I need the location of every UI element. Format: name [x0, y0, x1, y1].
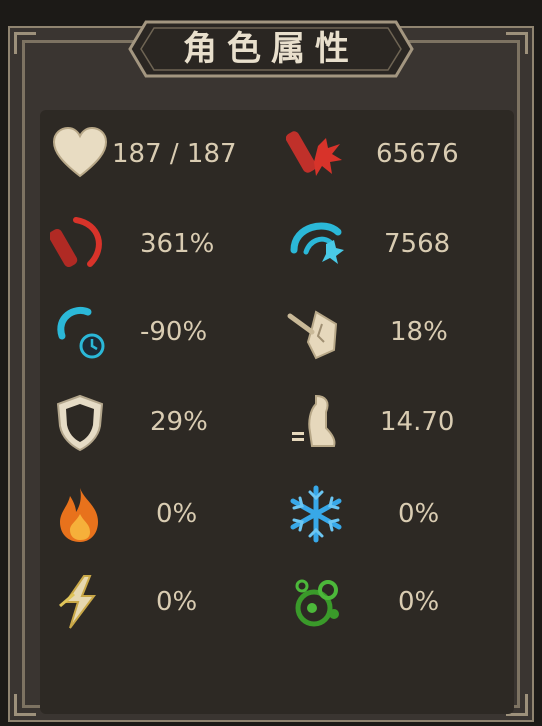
corner-ornament — [14, 694, 36, 716]
movement-speed-icon — [292, 394, 336, 447]
ice-resistance-icon — [290, 485, 342, 543]
stat-defense: 29% — [50, 392, 270, 452]
stat-critical: 7568 — [286, 214, 506, 274]
shield-icon — [56, 394, 104, 452]
stat-value: 14.70 — [380, 407, 455, 437]
stat-value: 0% — [156, 587, 198, 617]
stat-value: 361% — [140, 229, 215, 259]
attack-power-icon — [286, 131, 342, 176]
stat-move-speed: 14.70 — [286, 392, 506, 452]
stat-value: -90% — [140, 317, 208, 347]
title-plate: 角色属性 — [128, 18, 414, 80]
stat-fire-resist: 0% — [50, 484, 270, 544]
fire-resistance-icon — [60, 488, 98, 542]
critical-strike-icon — [290, 222, 344, 264]
attack-bonus-icon — [50, 217, 102, 267]
stat-ice-resist: 0% — [286, 484, 506, 544]
page-title: 角色属性 — [183, 29, 359, 69]
cooldown-icon — [57, 307, 105, 359]
stat-value: 0% — [398, 499, 440, 529]
stat-value: 0% — [156, 499, 198, 529]
stat-health: 187 / 187 — [50, 124, 270, 184]
stat-cooldown: -90% — [50, 302, 270, 362]
stat-value: 0% — [398, 587, 440, 617]
stat-value: 29% — [150, 407, 208, 437]
poison-resistance-icon — [295, 579, 339, 627]
stat-value: 18% — [390, 317, 448, 347]
corner-ornament — [506, 32, 528, 54]
lightning-resistance-icon — [59, 575, 96, 629]
stat-value: 7568 — [384, 229, 451, 259]
dodge-icon — [287, 310, 338, 360]
corner-ornament — [14, 32, 36, 54]
stat-attack-bonus: 361% — [50, 214, 270, 274]
stat-poison-resist: 0% — [286, 572, 506, 632]
heart-icon — [52, 126, 108, 178]
stat-dodge: 18% — [286, 302, 506, 362]
stat-value: 187 / 187 — [112, 139, 237, 169]
stat-value: 65676 — [376, 139, 459, 169]
stat-attack-power: 65676 — [286, 124, 506, 184]
stat-lightning-resist: 0% — [50, 572, 270, 632]
